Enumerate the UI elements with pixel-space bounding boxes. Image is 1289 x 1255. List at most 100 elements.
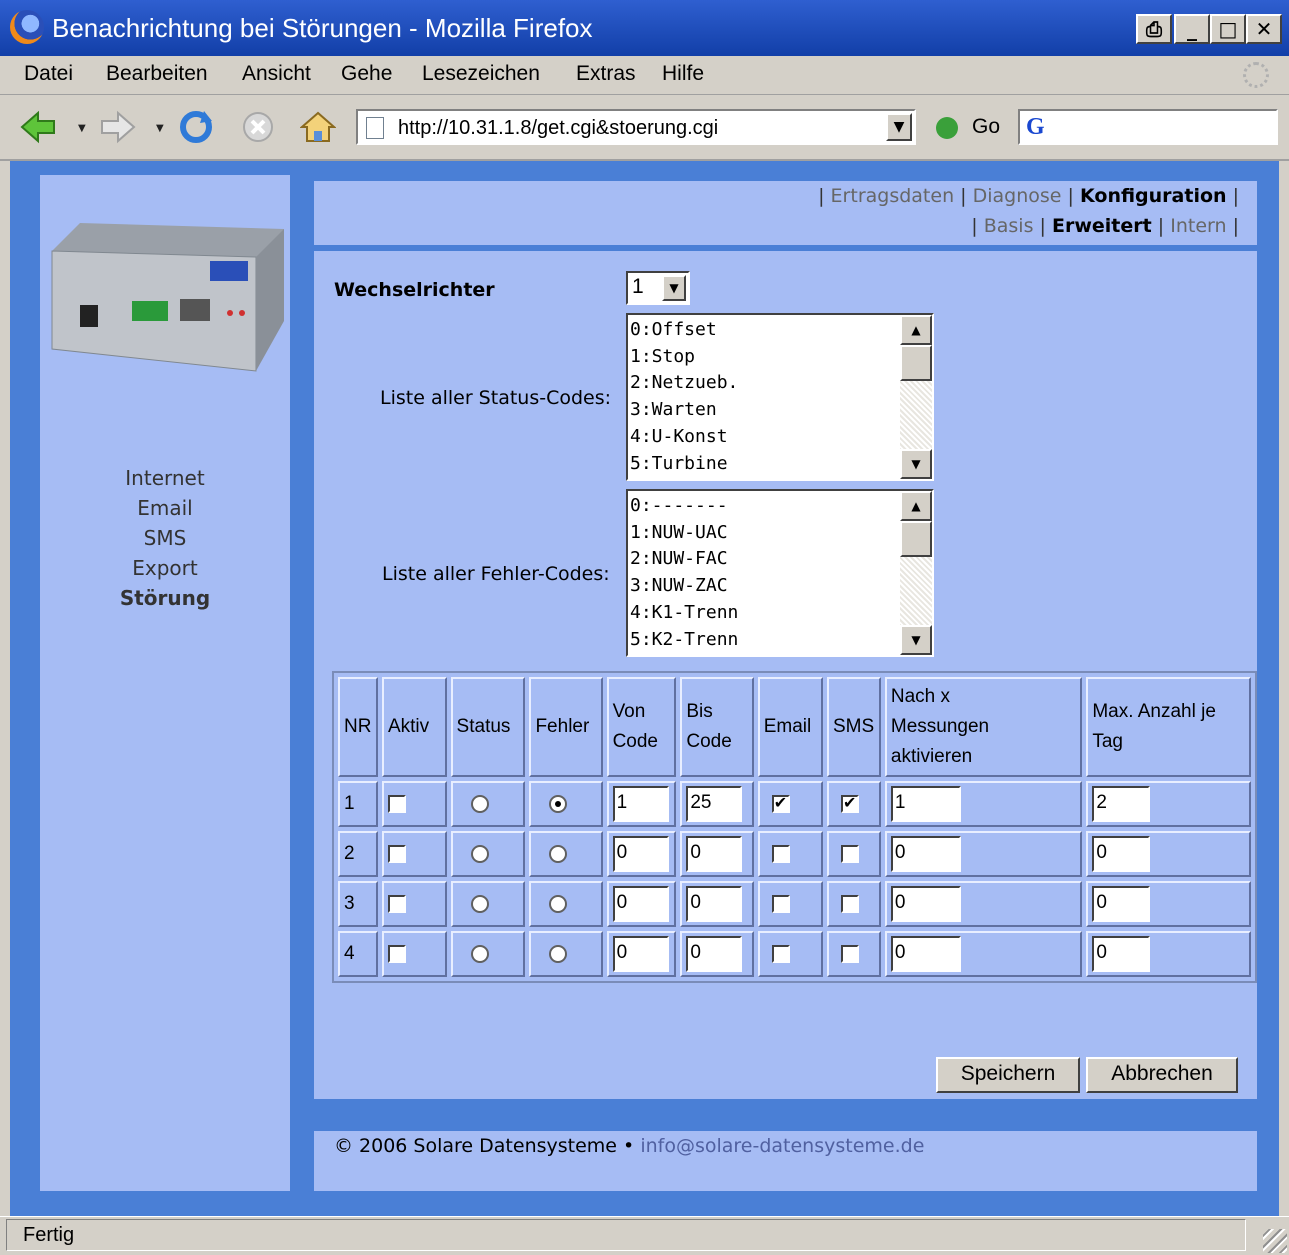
url-text[interactable]: http://10.31.1.8/get.cgi&stoerung.cgi xyxy=(398,117,718,140)
aktiv-checkbox[interactable] xyxy=(387,794,406,813)
sms-checkbox[interactable] xyxy=(840,793,859,813)
von-code-input[interactable]: 1 xyxy=(612,786,669,822)
forward-dropdown-icon[interactable]: ▼ xyxy=(156,123,164,134)
fehler-codes-listbox[interactable]: 0:------- 1:NUW-UAC 2:NUW-FAC 3:NUW-ZAC … xyxy=(626,489,934,657)
menu-hilfe[interactable]: Hilfe xyxy=(662,62,704,86)
forward-arrow-icon[interactable] xyxy=(100,109,136,145)
back-arrow-icon[interactable] xyxy=(20,109,56,145)
sidebar-item-export[interactable]: Export xyxy=(40,553,290,583)
fehler-radio[interactable] xyxy=(549,794,568,813)
list-item[interactable]: 2:NUW-FAC xyxy=(630,546,738,573)
von-code-input[interactable]: 0 xyxy=(612,836,669,872)
scroll-down-icon[interactable]: ▼ xyxy=(900,625,932,655)
nach-x-input[interactable]: 0 xyxy=(890,886,961,922)
list-item[interactable]: 0:------- xyxy=(630,493,738,520)
status-radio[interactable] xyxy=(470,944,489,963)
reload-icon[interactable] xyxy=(178,109,214,145)
chevron-down-icon[interactable]: ▼ xyxy=(662,275,686,301)
scroll-thumb[interactable] xyxy=(900,521,932,557)
list-item[interactable]: 0:Offset xyxy=(630,317,738,344)
back-dropdown-icon[interactable]: ▼ xyxy=(78,123,86,134)
email-checkbox[interactable] xyxy=(771,894,790,913)
list-item[interactable]: 1:Stop xyxy=(630,344,738,371)
list-item[interactable]: 4:K1-Trenn xyxy=(630,600,738,627)
status-scrollbar[interactable]: ▲ ▼ xyxy=(900,315,932,479)
menu-gehe[interactable]: Gehe xyxy=(341,62,392,86)
bis-code-input[interactable]: 0 xyxy=(686,936,743,972)
menu-ansicht[interactable]: Ansicht xyxy=(242,62,311,86)
nach-x-input[interactable]: 1 xyxy=(890,786,961,822)
email-checkbox[interactable] xyxy=(771,844,790,863)
scroll-thumb[interactable] xyxy=(900,345,932,381)
status-radio[interactable] xyxy=(470,844,489,863)
sms-checkbox[interactable] xyxy=(840,944,859,963)
topnav-ertragsdaten[interactable]: Ertragsdaten xyxy=(831,185,955,207)
sidebar-item-email[interactable]: Email xyxy=(40,493,290,523)
topnav-intern[interactable]: Intern xyxy=(1170,215,1226,237)
topnav-konfiguration[interactable]: Konfiguration xyxy=(1080,185,1227,207)
scroll-up-icon[interactable]: ▲ xyxy=(900,491,932,521)
max-anzahl-input[interactable]: 0 xyxy=(1092,886,1151,922)
fehler-radio[interactable] xyxy=(549,844,568,863)
aktiv-checkbox[interactable] xyxy=(387,844,406,863)
bis-code-input[interactable]: 0 xyxy=(686,836,743,872)
fehler-radio[interactable] xyxy=(549,894,568,913)
aktiv-checkbox[interactable] xyxy=(387,944,406,963)
google-search-icon[interactable]: G xyxy=(1026,114,1045,141)
url-bar[interactable]: http://10.31.1.8/get.cgi&stoerung.cgi ▼ xyxy=(356,109,916,145)
footer-email-link[interactable]: info@solare-datensysteme.de xyxy=(640,1135,924,1157)
email-checkbox[interactable] xyxy=(771,944,790,963)
url-dropdown-button[interactable]: ▼ xyxy=(886,113,912,141)
topnav-basis[interactable]: Basis xyxy=(984,215,1034,237)
topnav-diagnose[interactable]: Diagnose xyxy=(973,185,1062,207)
maximize-button[interactable]: □ xyxy=(1210,14,1246,44)
stop-icon[interactable] xyxy=(240,109,276,145)
save-button[interactable]: Speichern xyxy=(936,1057,1080,1093)
bis-code-input[interactable]: 0 xyxy=(686,886,743,922)
go-icon[interactable] xyxy=(936,117,958,139)
list-item[interactable]: 3:NUW-ZAC xyxy=(630,573,738,600)
aktiv-checkbox[interactable] xyxy=(387,894,406,913)
max-anzahl-input[interactable]: 0 xyxy=(1092,936,1151,972)
close-button[interactable]: ✕ xyxy=(1246,14,1282,44)
von-code-input[interactable]: 0 xyxy=(612,936,669,972)
sidebar-item-stoerung[interactable]: Störung xyxy=(40,583,290,613)
minimize-button[interactable]: _ xyxy=(1174,14,1210,44)
list-item[interactable]: 5:K2-Trenn xyxy=(630,627,738,654)
bis-code-input[interactable]: 25 xyxy=(686,786,743,822)
search-input[interactable]: G xyxy=(1018,109,1278,145)
print-icon[interactable]: ⎙ xyxy=(1136,14,1172,44)
list-item[interactable]: 5:Turbine xyxy=(630,451,738,478)
max-anzahl-input[interactable]: 2 xyxy=(1092,786,1151,822)
wechselrichter-select[interactable]: 1 ▼ xyxy=(626,271,690,305)
go-button[interactable]: Go xyxy=(972,115,1000,139)
resize-grip-icon[interactable] xyxy=(1263,1229,1287,1253)
home-icon[interactable] xyxy=(300,109,336,145)
sms-checkbox[interactable] xyxy=(840,894,859,913)
list-item[interactable]: 1:NUW-UAC xyxy=(630,520,738,547)
status-codes-listbox[interactable]: 0:Offset 1:Stop 2:Netzueb. 3:Warten 4:U-… xyxy=(626,313,934,481)
menu-bearbeiten[interactable]: Bearbeiten xyxy=(106,62,208,86)
sms-checkbox[interactable] xyxy=(840,844,859,863)
status-radio[interactable] xyxy=(470,794,489,813)
nach-x-input[interactable]: 0 xyxy=(890,936,961,972)
topnav-erweitert[interactable]: Erweitert xyxy=(1052,215,1152,237)
fehler-scrollbar[interactable]: ▲ ▼ xyxy=(900,491,932,655)
scroll-up-icon[interactable]: ▲ xyxy=(900,315,932,345)
menu-extras[interactable]: Extras xyxy=(576,62,636,86)
list-item[interactable]: 2:Netzueb. xyxy=(630,370,738,397)
von-code-input[interactable]: 0 xyxy=(612,886,669,922)
status-radio[interactable] xyxy=(470,894,489,913)
scroll-down-icon[interactable]: ▼ xyxy=(900,449,932,479)
sidebar-item-sms[interactable]: SMS xyxy=(40,523,290,553)
nach-x-input[interactable]: 0 xyxy=(890,836,961,872)
max-anzahl-input[interactable]: 0 xyxy=(1092,836,1151,872)
cancel-button[interactable]: Abbrechen xyxy=(1086,1057,1238,1093)
menu-lesezeichen[interactable]: Lesezeichen xyxy=(422,62,540,86)
list-item[interactable]: 3:Warten xyxy=(630,397,738,424)
menu-datei[interactable]: Datei xyxy=(24,62,73,86)
sidebar-item-internet[interactable]: Internet xyxy=(40,463,290,493)
fehler-radio[interactable] xyxy=(549,944,568,963)
email-checkbox[interactable] xyxy=(771,793,790,813)
list-item[interactable]: 4:U-Konst xyxy=(630,424,738,451)
